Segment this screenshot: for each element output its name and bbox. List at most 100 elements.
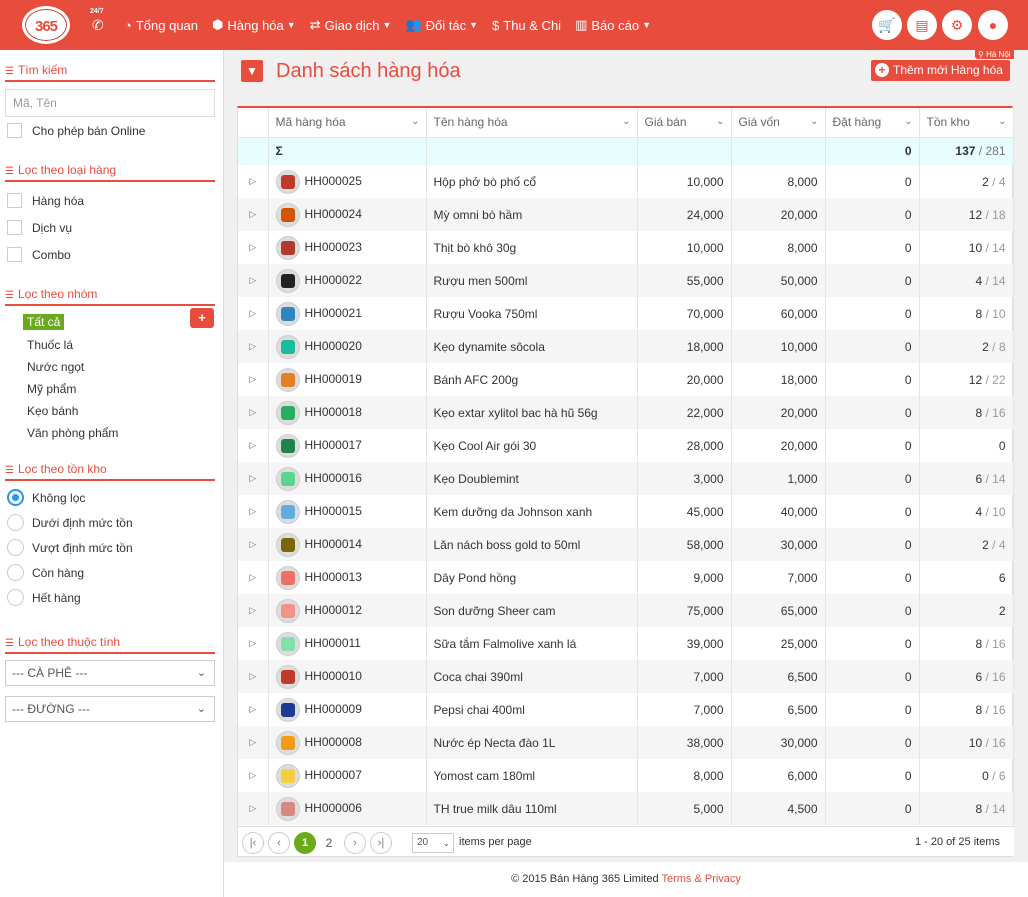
- table-row[interactable]: ▷ HH000025 Hộp phở bò phố cổ 10,000 8,000 0 2 …: [238, 165, 1014, 198]
- table-row[interactable]: ▷ HH000008 Nước ép Necta đào 1L 38,000 30,00…: [238, 726, 1014, 759]
- stock-radio[interactable]: [7, 564, 24, 581]
- column-header[interactable]: Giá vốn ⌄: [731, 108, 826, 138]
- column-header[interactable]: Giá bán ⌄: [637, 108, 732, 138]
- report-button[interactable]: ▤: [907, 10, 937, 40]
- expand-row-button[interactable]: ▷: [238, 330, 269, 363]
- page-button[interactable]: 2: [318, 832, 340, 854]
- filter-toggle-button[interactable]: ▼: [241, 60, 263, 82]
- group-item-all[interactable]: Tất cả: [23, 314, 65, 330]
- expand-row-button[interactable]: ▷: [238, 198, 269, 231]
- stock-heading: ☰ Lọc theo tồn kho: [5, 462, 215, 481]
- table-row[interactable]: ▷ HH000012 Son dưỡng Sheer cam 75,000 65,000…: [238, 594, 1014, 627]
- cost-price: 10,000: [731, 330, 826, 363]
- table-row[interactable]: ▷ HH000017 Kẹo Cool Air gói 30 28,000 20,000…: [238, 429, 1014, 462]
- group-item[interactable]: Mỹ phẩm: [27, 382, 76, 396]
- logo[interactable]: 365: [22, 6, 70, 44]
- nav-partners[interactable]: 👥 Đối tác ▼: [405, 17, 478, 33]
- expand-row-button[interactable]: ▷: [238, 495, 269, 528]
- expand-row-button[interactable]: ▷: [238, 231, 269, 264]
- stock-radio[interactable]: [7, 539, 24, 556]
- column-header[interactable]: Đặt hàng ⌄: [825, 108, 920, 138]
- next-page-button[interactable]: ›: [344, 832, 366, 854]
- chevron-down-icon[interactable]: ⌄: [622, 116, 630, 127]
- stock-radio[interactable]: [7, 489, 24, 506]
- table-row[interactable]: ▷ HH000006 TH true milk dâu 110ml 5,000 4,50…: [238, 792, 1014, 825]
- attribute-select[interactable]: --- ĐƯỜNG --- ⌄: [5, 696, 215, 722]
- attribute-select[interactable]: --- CÀ PHÊ --- ⌄: [5, 660, 215, 686]
- chevron-down-icon[interactable]: ⌄: [411, 116, 419, 127]
- expand-row-button[interactable]: ▷: [238, 165, 269, 198]
- table-row[interactable]: ▷ HH000024 Mỳ omni bò hầm 24,000 20,000 0 12 /…: [238, 198, 1014, 231]
- heading-label: Lọc theo loại hàng: [17, 163, 117, 177]
- add-group-button[interactable]: +: [190, 308, 214, 328]
- table-row[interactable]: ▷ HH000007 Yomost cam 180ml 8,000 6,000 0 0 / …: [238, 759, 1014, 792]
- table-row[interactable]: ▷ HH000020 Kẹo dynamite sôcola 18,000 10,000…: [238, 330, 1014, 363]
- stock-radio[interactable]: [7, 514, 24, 531]
- table-row[interactable]: ▷ HH000018 Kẹo extar xylitol bac hà hũ 56g…: [238, 396, 1014, 429]
- expand-row-button[interactable]: ▷: [238, 759, 269, 792]
- column-header[interactable]: Tên hàng hóa ⌄: [426, 108, 638, 138]
- group-item[interactable]: Thuốc lá: [27, 338, 73, 352]
- sale-price: 3,000: [637, 462, 732, 495]
- table-row[interactable]: ▷ HH000010 Coca chai 390ml 7,000 6,500 0 6 / 1…: [238, 660, 1014, 693]
- expand-row-button[interactable]: ▷: [238, 627, 269, 660]
- user-button[interactable]: ●: [978, 10, 1008, 40]
- type-checkbox[interactable]: [7, 220, 22, 235]
- chevron-down-icon[interactable]: ⌄: [904, 116, 912, 127]
- terms-link[interactable]: Terms & Privacy: [661, 873, 740, 885]
- expand-row-button[interactable]: ▷: [238, 693, 269, 726]
- stock-radio[interactable]: [7, 589, 24, 606]
- table-row[interactable]: ▷ HH000023 Thịt bò khô 30g 10,000 8,000 0 10 /…: [238, 231, 1014, 264]
- expand-row-button[interactable]: ▷: [238, 297, 269, 330]
- table-row[interactable]: ▷ HH000009 Pepsi chai 400ml 7,000 6,500 0 8 / …: [238, 693, 1014, 726]
- expand-row-button[interactable]: ▷: [238, 462, 269, 495]
- add-product-button[interactable]: + Thêm mới Hàng hóa: [871, 60, 1010, 81]
- cost-price: 8,000: [731, 165, 826, 198]
- expand-row-button[interactable]: ▷: [238, 726, 269, 759]
- table-row[interactable]: ▷ HH000014 Lăn nách boss gold to 50ml 58,00…: [238, 528, 1014, 561]
- expand-row-button[interactable]: ▷: [238, 594, 269, 627]
- expand-row-button[interactable]: ▷: [238, 528, 269, 561]
- nav-reports[interactable]: ▥ Báo cáo ▼: [575, 17, 651, 33]
- first-page-button[interactable]: |‹: [242, 832, 264, 854]
- product-name: Kẹo dynamite sôcola: [426, 330, 638, 363]
- expand-row-button[interactable]: ▷: [238, 660, 269, 693]
- expand-row-button[interactable]: ▷: [238, 396, 269, 429]
- expand-row-button[interactable]: ▷: [238, 363, 269, 396]
- column-header[interactable]: Tồn kho ⌄: [919, 108, 1014, 138]
- prev-page-button[interactable]: ‹: [268, 832, 290, 854]
- nav-transactions[interactable]: ⇄ Giao dịch ▼: [310, 17, 392, 33]
- chevron-down-icon[interactable]: ⌄: [716, 116, 724, 127]
- page-button-current[interactable]: 1: [294, 832, 316, 854]
- product-image: [280, 174, 295, 189]
- table-row[interactable]: ▷ HH000016 Kẹo Doublemint 3,000 1,000 0 6 / 14: [238, 462, 1014, 495]
- column-header[interactable]: Mã hàng hóa ⌄: [268, 108, 427, 138]
- chevron-down-icon[interactable]: ⌄: [998, 116, 1006, 127]
- expand-row-button[interactable]: ▷: [238, 264, 269, 297]
- table-row[interactable]: ▷ HH000021 Rượu Vooka 750ml 70,000 60,000 0 8 …: [238, 297, 1014, 330]
- table-row[interactable]: ▷ HH000019 Bánh AFC 200g 20,000 18,000 0 12 / …: [238, 363, 1014, 396]
- online-checkbox[interactable]: [7, 123, 22, 138]
- type-checkbox[interactable]: [7, 193, 22, 208]
- settings-button[interactable]: ⚙: [942, 10, 972, 40]
- group-item[interactable]: Nước ngọt: [27, 360, 84, 374]
- nav-dashboard[interactable]: ◔ Tổng quan: [124, 18, 198, 33]
- group-item[interactable]: Văn phòng phẩm: [27, 426, 118, 440]
- expand-row-button[interactable]: ▷: [238, 429, 269, 462]
- nav-products[interactable]: ⬢ Hàng hóa ▼: [212, 17, 296, 33]
- table-row[interactable]: ▷ HH000022 Rượu men 500ml 55,000 50,000 0 4 / …: [238, 264, 1014, 297]
- group-item[interactable]: Kẹo bánh: [27, 404, 78, 418]
- type-checkbox[interactable]: [7, 247, 22, 262]
- table-row[interactable]: ▷ HH000015 Kem dưỡng da Johnson xanh 45,000…: [238, 495, 1014, 528]
- table-row[interactable]: ▷ HH000011 Sữa tắm Falmolive xanh lá 39,000…: [238, 627, 1014, 660]
- table-row[interactable]: ▷ HH000013 Dây Pond hồng 9,000 7,000 0 6: [238, 561, 1014, 594]
- page-size-select[interactable]: 20 ⌄: [412, 833, 454, 853]
- last-page-button[interactable]: ›|: [370, 832, 392, 854]
- search-input[interactable]: Mã, Tên: [5, 89, 215, 117]
- expand-row-button[interactable]: ▷: [238, 561, 269, 594]
- pager-info: 1 - 20 of 25 items: [915, 836, 1000, 848]
- nav-cashflow[interactable]: $ Thu & Chi: [492, 18, 561, 33]
- chevron-down-icon[interactable]: ⌄: [810, 116, 818, 127]
- cart-button[interactable]: 🛒: [872, 10, 902, 40]
- expand-row-button[interactable]: ▷: [238, 792, 269, 825]
